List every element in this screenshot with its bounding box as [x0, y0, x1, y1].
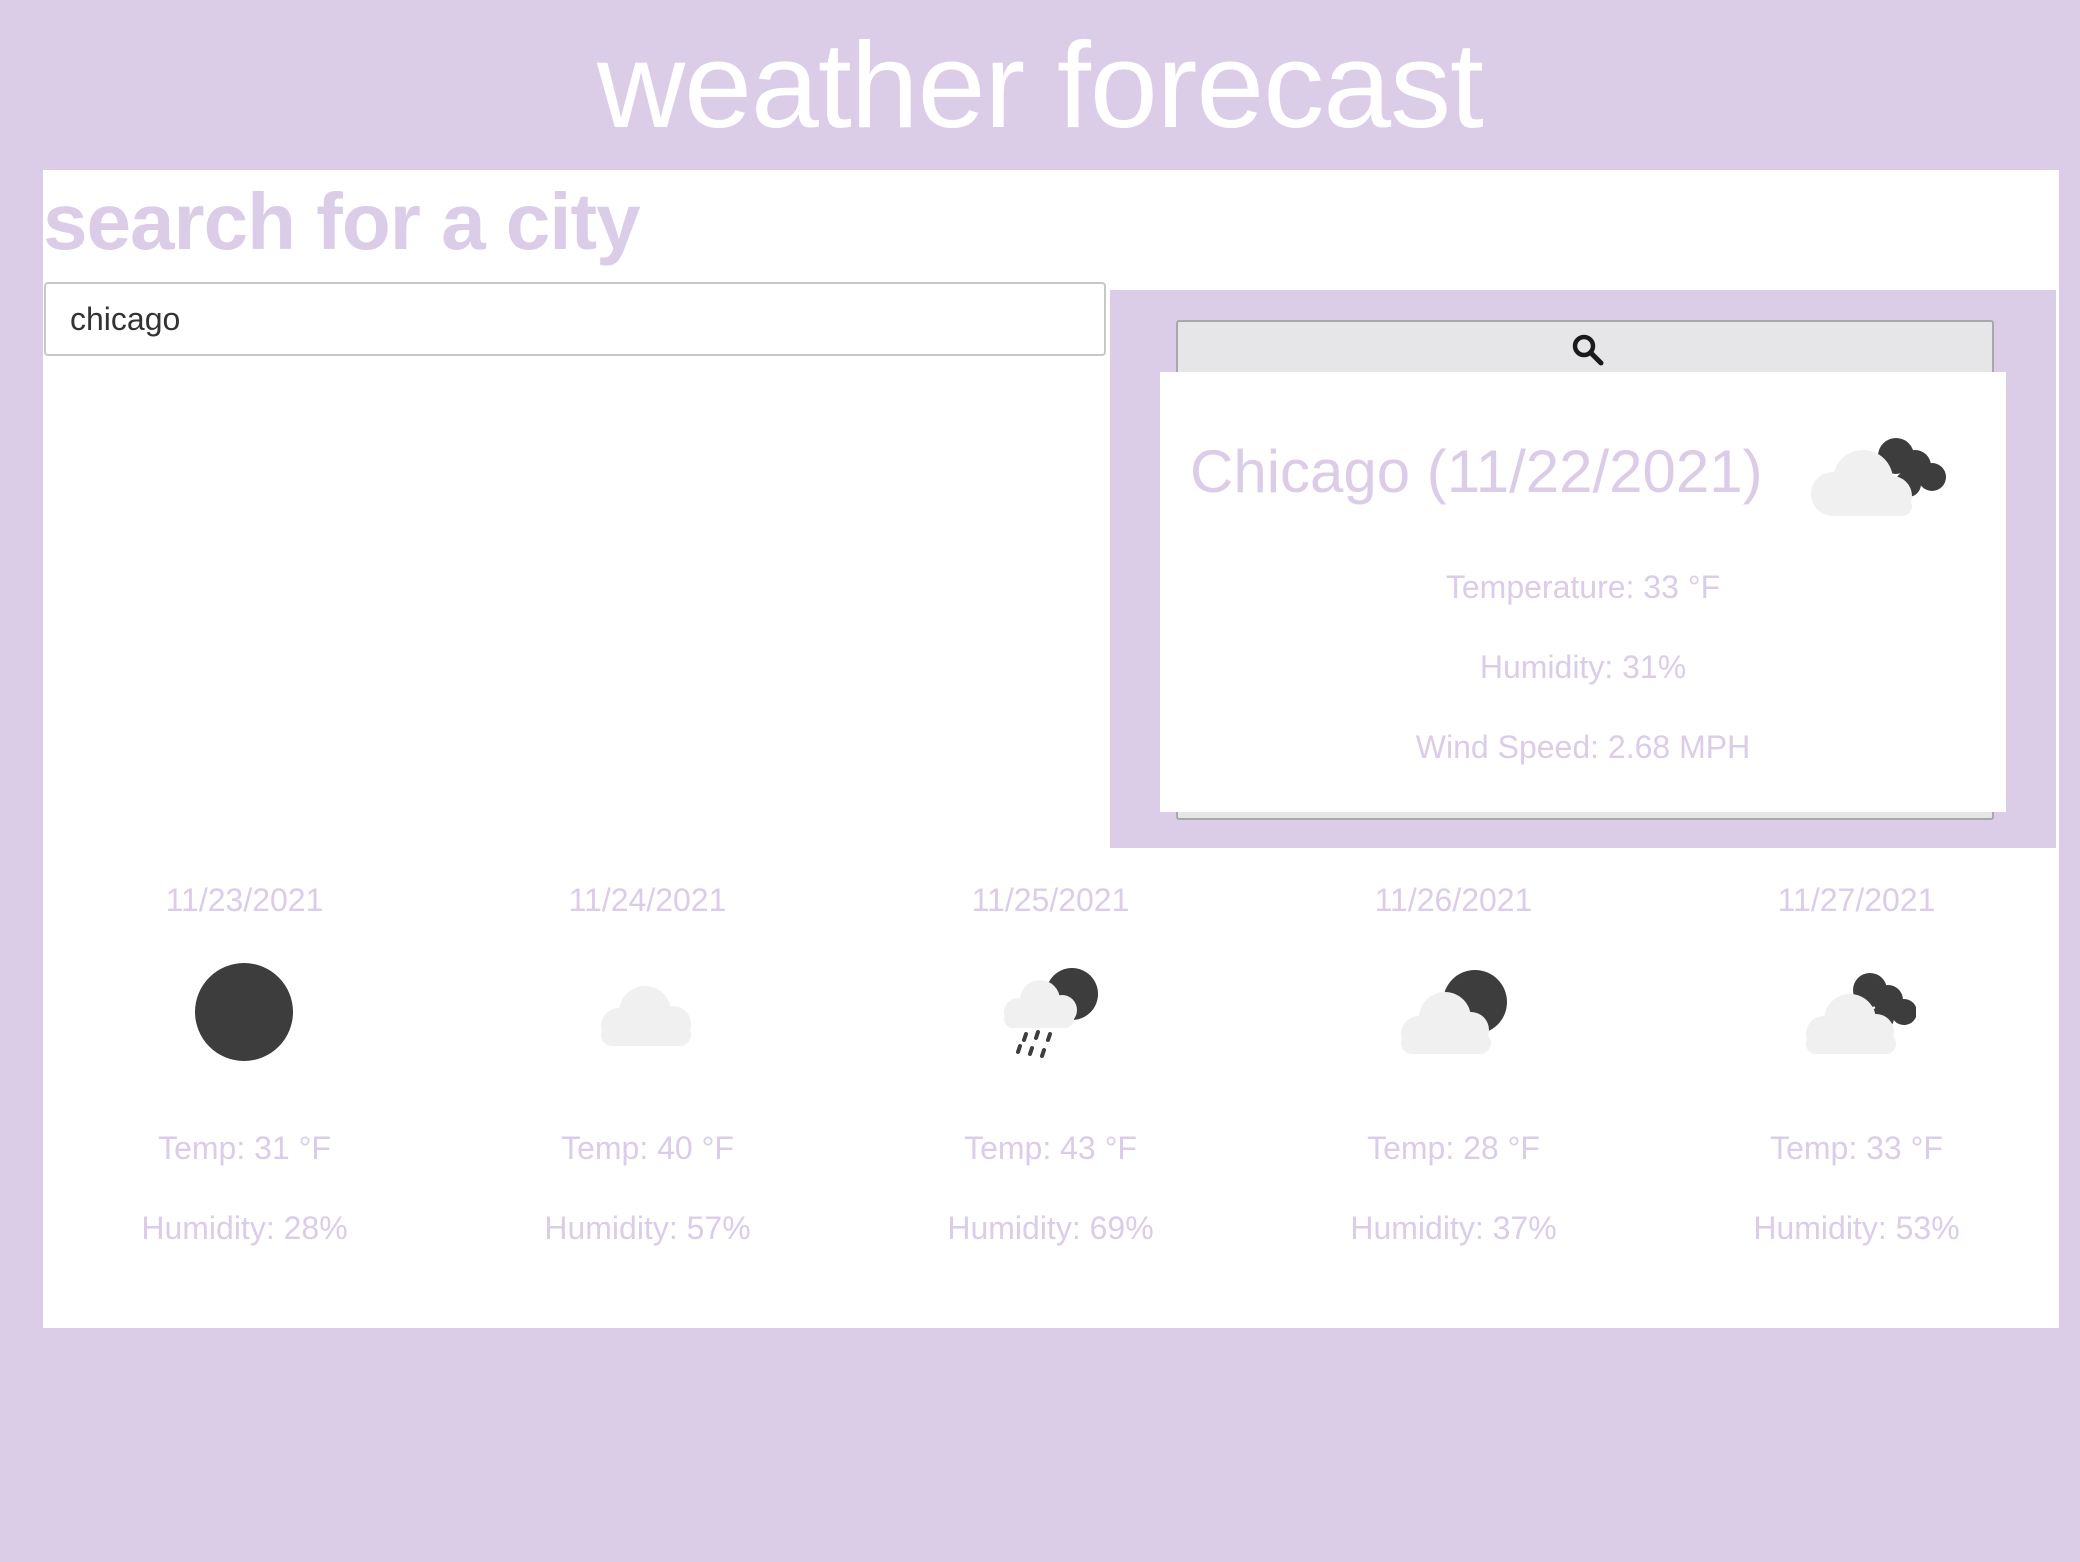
cloud-icon — [601, 986, 691, 1046]
forecast-day-3: 11/25/2021 Temp: 43 °F Humidity: 69% — [849, 880, 1252, 1300]
forecast-humidity: Humidity: 53% — [1753, 1210, 1960, 1246]
page-title: weather forecast — [597, 17, 1484, 153]
search-heading: search for a city — [43, 177, 641, 266]
forecast-day-1: 11/23/2021 Temp: 31 °F Humidity: 28% — [43, 880, 446, 1300]
current-temperature: Temperature: 33 °F — [1445, 569, 1721, 605]
city-search-input[interactable] — [44, 282, 1106, 356]
forecast-temp: Temp: 28 °F — [1367, 1130, 1540, 1166]
current-city-title: Chicago (11/22/2021) — [1190, 438, 1763, 505]
cloud-dark-clouds-icon — [1806, 973, 1916, 1054]
forecast-date: 11/23/2021 — [165, 882, 324, 918]
cloud-rain-moon-icon — [1004, 968, 1098, 1058]
five-day-forecast: 11/23/2021 Temp: 31 °F Humidity: 28% 11/… — [43, 880, 2059, 1300]
forecast-date: 11/24/2021 — [568, 882, 727, 918]
forecast-day-4: 11/26/2021 Temp: 28 °F Humidity: 37% — [1252, 880, 1655, 1300]
forecast-temp: Temp: 31 °F — [158, 1130, 331, 1166]
cloud-moon-icon — [1811, 438, 1946, 516]
forecast-date: 11/27/2021 — [1777, 882, 1936, 918]
current-weather-card: Chicago (11/22/2021) Temperature: 33 °F … — [1160, 372, 2006, 812]
forecast-humidity: Humidity: 37% — [1350, 1210, 1557, 1246]
current-wind-speed: Wind Speed: 2.68 MPH — [1415, 729, 1751, 765]
forecast-temp: Temp: 33 °F — [1770, 1130, 1943, 1166]
forecast-humidity: Humidity: 28% — [141, 1210, 348, 1246]
forecast-humidity: Humidity: 69% — [947, 1210, 1154, 1246]
current-humidity: Humidity: 31% — [1479, 649, 1687, 685]
forecast-date: 11/25/2021 — [971, 882, 1130, 918]
forecast-day-2: 11/24/2021 Temp: 40 °F Humidity: 57% — [446, 880, 849, 1300]
cloud-moon-icon — [1401, 970, 1507, 1054]
current-weather-section: Chicago (11/22/2021) Temperature: 33 °F … — [1110, 290, 2056, 848]
search-icon — [1572, 334, 1604, 366]
main-panel: search for a city Chicago (11/22/2021) T… — [43, 170, 2059, 1328]
moon-icon — [195, 963, 293, 1061]
forecast-day-5: 11/27/2021 Temp: 33 °F Humidity: 53% — [1655, 880, 2058, 1300]
forecast-humidity: Humidity: 57% — [544, 1210, 751, 1246]
forecast-temp: Temp: 40 °F — [561, 1130, 734, 1166]
forecast-temp: Temp: 43 °F — [964, 1130, 1137, 1166]
forecast-date: 11/26/2021 — [1374, 882, 1533, 918]
